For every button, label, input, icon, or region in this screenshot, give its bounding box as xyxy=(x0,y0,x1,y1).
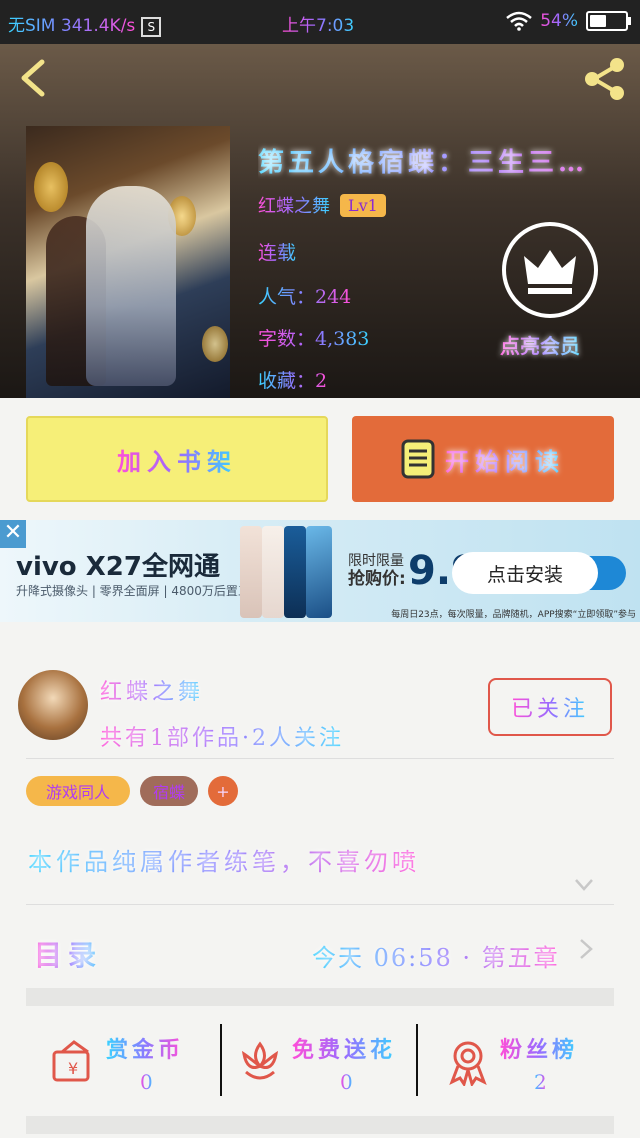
status-bar: 无SIM 341.4K/s S 上午7:03 54% xyxy=(0,0,640,44)
stat-divider xyxy=(416,1024,418,1096)
start-reading-label: 开始阅读 xyxy=(445,442,565,477)
reward-coin-icon: ¥ xyxy=(52,1040,90,1082)
flower-icon xyxy=(241,1041,279,1080)
avatar[interactable] xyxy=(18,670,88,740)
fan-ranking-stat[interactable]: 粉丝榜 2 xyxy=(444,1032,624,1102)
add-tag-button[interactable]: + xyxy=(208,776,238,806)
author-level-badge: Lv1 xyxy=(340,193,386,217)
section-separator xyxy=(26,988,614,1006)
ad-brand: vivo X27全网通 xyxy=(16,552,220,582)
medal-icon xyxy=(449,1041,487,1086)
battery-icon xyxy=(586,11,631,31)
cover-figure xyxy=(86,186,176,386)
ad-subtitle: 升降式摄像头 | 零界全面屏 | 4800万后置三摄 xyxy=(16,584,262,598)
book-popularity: 人气：244 xyxy=(258,282,351,309)
follow-button[interactable]: 已关注 xyxy=(488,678,612,736)
free-flower-value: 0 xyxy=(340,1070,353,1094)
follow-label: 已关注 xyxy=(511,691,589,723)
status-right: 54% xyxy=(506,11,631,31)
crown-icon xyxy=(524,250,576,294)
book-cover-image[interactable] xyxy=(26,126,230,398)
start-reading-button[interactable]: 开始阅读 xyxy=(352,416,614,502)
fan-ranking-value: 2 xyxy=(534,1070,547,1094)
vip-crown-button[interactable] xyxy=(502,222,598,318)
cover-lantern xyxy=(34,162,68,212)
book-description: 本作品纯属作者练笔，不喜勿喷 xyxy=(28,842,420,877)
book-header: 第五人格宿蝶：三生三… 红蝶之舞 Lv1 连载 人气：244 字数：4,383 … xyxy=(0,44,640,398)
toc-label[interactable]: 目录 xyxy=(34,934,102,974)
reward-coin-stat[interactable]: ¥ 赏金币 0 xyxy=(50,1032,230,1102)
ad-phone-image xyxy=(262,526,284,618)
ad-phone-image xyxy=(306,526,332,618)
ad-phone-image xyxy=(240,526,262,618)
back-arrow-icon[interactable] xyxy=(14,58,54,98)
author-name[interactable]: 红蝶之舞 xyxy=(100,674,204,706)
ad-fine-print: 每周日23点，每次限量，品牌随机，APP搜索“立即领取”参与 xyxy=(391,610,636,620)
add-to-shelf-button[interactable]: 加入书架 xyxy=(26,416,328,502)
battery-fill xyxy=(590,15,606,27)
stat-divider xyxy=(220,1024,222,1096)
status-carrier: 无SIM 341.4K/s S xyxy=(8,11,162,37)
book-word-count: 字数：4,383 xyxy=(258,324,369,351)
fan-ranking-label: 粉丝榜 xyxy=(500,1032,578,1064)
reward-coin-value: 0 xyxy=(140,1070,153,1094)
status-time: 上午7:03 xyxy=(282,11,354,36)
share-icon[interactable] xyxy=(582,56,628,102)
book-status: 连载 xyxy=(258,238,296,265)
latest-chapter[interactable]: 今天 06:58 · 第五章 xyxy=(312,938,560,973)
free-flower-label: 免费送花 xyxy=(292,1032,396,1064)
book-favorites: 收藏：2 xyxy=(258,366,327,393)
ad-limit-text: 限时限量 抢购价: xyxy=(348,553,406,589)
chevron-right-icon[interactable] xyxy=(578,938,594,960)
book-author[interactable]: 红蝶之舞 xyxy=(258,192,330,218)
book-author-row: 红蝶之舞 Lv1 xyxy=(258,192,386,218)
tag-su-die[interactable]: 宿蝶 xyxy=(140,776,198,806)
svg-text:¥: ¥ xyxy=(68,1059,78,1078)
free-flower-stat[interactable]: 免费送花 0 xyxy=(236,1032,416,1102)
wifi-icon xyxy=(506,11,533,31)
storage-s-icon: S xyxy=(141,17,162,37)
ad-phone-image xyxy=(284,526,306,618)
ad-install-button[interactable]: 点击安装 xyxy=(452,552,598,594)
ad-banner[interactable]: ✕ vivo X27全网通 升降式摄像头 | 零界全面屏 | 4800万后置三摄… xyxy=(0,520,640,622)
cover-lantern xyxy=(202,326,228,362)
section-separator xyxy=(26,1116,614,1134)
divider xyxy=(26,758,614,759)
add-to-shelf-label: 加入书架 xyxy=(117,442,237,477)
author-card: 红蝶之舞 共有1部作品·2人关注 已关注 游戏同人 宿蝶 + 本作品纯属作者练笔… xyxy=(0,658,640,1138)
vip-label[interactable]: 点亮会员 xyxy=(500,330,580,359)
divider xyxy=(26,904,614,905)
ad-close-icon[interactable]: ✕ xyxy=(0,520,26,548)
tag-game-fanfic[interactable]: 游戏同人 xyxy=(26,776,130,806)
reward-coin-label: 赏金币 xyxy=(106,1032,184,1064)
book-icon xyxy=(401,439,435,479)
author-stats: 共有1部作品·2人关注 xyxy=(100,720,344,752)
chevron-down-icon[interactable] xyxy=(574,878,594,892)
book-title: 第五人格宿蝶：三生三… xyxy=(258,142,634,179)
battery-percent: 54% xyxy=(540,11,578,31)
